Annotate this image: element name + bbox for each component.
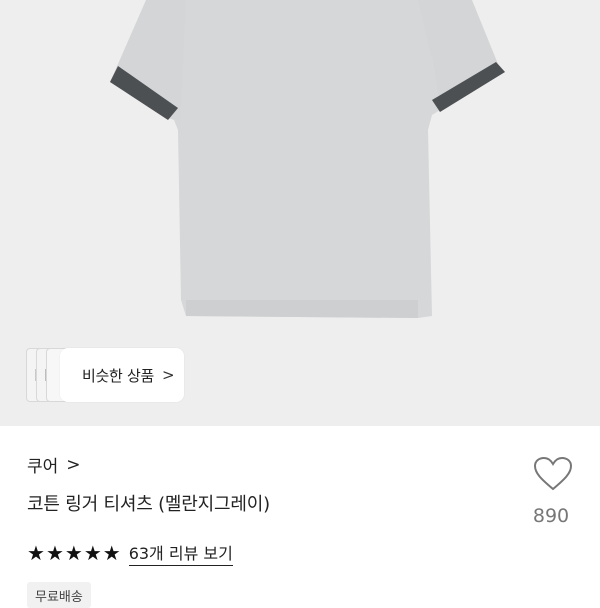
heart-outline-icon (533, 456, 573, 491)
product-image[interactable]: 비슷한 상품 > (0, 0, 600, 426)
star-icon: ★ (27, 541, 45, 565)
star-icon: ★ (64, 541, 83, 565)
free-shipping-badge: 무료배송 (27, 582, 91, 608)
star-icon: ★ (102, 541, 121, 565)
like-button[interactable] (530, 456, 576, 496)
like-count: 890 (532, 505, 570, 527)
star-rating: ★ ★ ★ ★ ★ (27, 543, 121, 563)
brand-name: 쿠어 (27, 457, 59, 477)
brand-link[interactable]: 쿠어 > (27, 452, 81, 478)
star-icon: ★ (45, 541, 64, 565)
review-link[interactable]: 63개 리뷰 보기 (128, 540, 233, 566)
product-title: 코튼 링거 티셔츠 (멜란지그레이) (27, 494, 270, 515)
similar-products-label: 비슷한 상품 (82, 366, 154, 385)
rating-row: ★ ★ ★ ★ ★ 63개 리뷰 보기 (27, 540, 233, 566)
star-icon: ★ (83, 541, 102, 565)
chevron-right-icon: > (66, 454, 81, 475)
chevron-right-icon: > (161, 366, 175, 384)
similar-products-label-box[interactable]: 비슷한 상품 > (60, 348, 184, 402)
similar-products-button[interactable]: 비슷한 상품 > (26, 348, 184, 402)
